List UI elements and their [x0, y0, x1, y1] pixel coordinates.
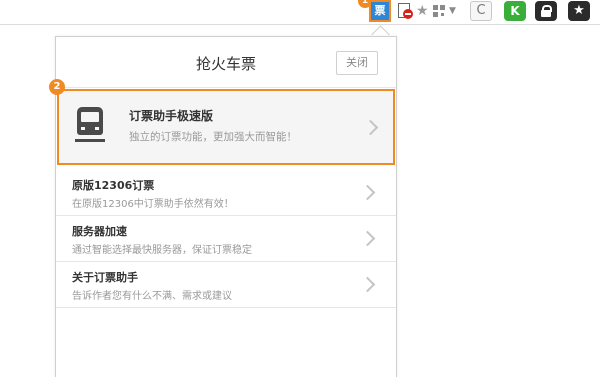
close-button[interactable]: 关闭 — [336, 51, 378, 75]
favorites-star-icon[interactable]: ★ — [568, 1, 590, 21]
refresh-icon[interactable]: C — [470, 1, 492, 21]
lock-icon[interactable] — [535, 1, 557, 21]
chevron-right-icon — [359, 184, 376, 201]
chevron-right-icon — [359, 230, 376, 247]
train-icon — [75, 107, 105, 145]
step-two-badge: 2 — [49, 79, 65, 95]
original-12306-option[interactable]: 原版12306订票 在原版12306中订票助手依然有效！ — [56, 170, 396, 216]
list-item-subtitle: 通过智能选择最快服务器，保证订票稳定 — [72, 245, 252, 256]
chevron-right-icon — [359, 276, 376, 293]
list-item-title: 关于订票助手 — [72, 271, 138, 284]
express-booking-subtitle: 独立的订票功能，更加强大而智能！ — [129, 131, 297, 143]
list-item-subtitle: 告诉作者您有什么不满、需求或建议 — [72, 291, 232, 302]
k-extension-button[interactable]: K — [504, 1, 526, 21]
ticket-extension-button[interactable]: 票 — [369, 0, 391, 22]
about-option[interactable]: 关于订票助手 告诉作者您有什么不满、需求或建议 — [56, 262, 396, 308]
express-booking-title: 订票助手极速版 — [129, 109, 214, 123]
extension-popup: 抢火车票 关闭 2 订票助手极速版 独立的订票功能，更加强大而智能！ 原版123… — [49, 36, 397, 377]
chevron-down-icon[interactable]: ▼ — [449, 1, 459, 21]
list-item-title: 服务器加速 — [72, 225, 127, 238]
block-extension-icon[interactable] — [396, 1, 414, 21]
browser-toolbar: 1 票 ★ ▼ C K ★ — [0, 0, 600, 25]
list-item-subtitle: 在原版12306中订票助手依然有效！ — [72, 199, 234, 210]
bookmark-star-icon[interactable]: ★ — [416, 1, 430, 21]
server-acceleration-option[interactable]: 服务器加速 通过智能选择最快服务器，保证订票稳定 — [56, 216, 396, 262]
list-item-title: 原版12306订票 — [72, 179, 155, 192]
popup-header: 抢火车票 关闭 — [56, 37, 396, 88]
qr-code-icon[interactable] — [432, 1, 446, 21]
express-booking-option[interactable]: 2 订票助手极速版 独立的订票功能，更加强大而智能！ — [49, 79, 395, 165]
chevron-right-icon — [362, 119, 379, 136]
